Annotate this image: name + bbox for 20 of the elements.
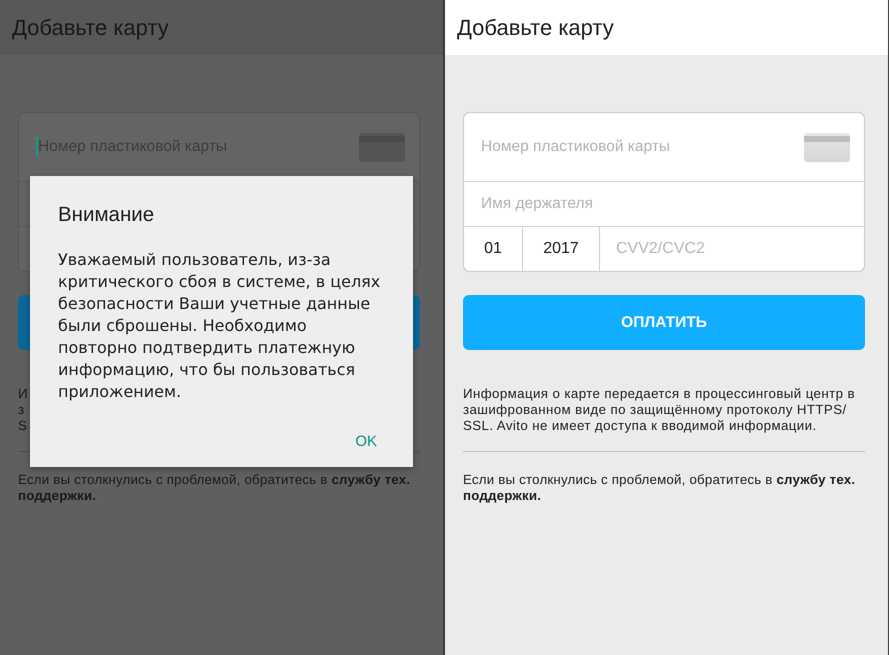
card-number-field[interactable]: Номер пластиковой карты: [481, 138, 670, 156]
credit-card-icon: [359, 132, 405, 162]
ok-button[interactable]: OK: [349, 429, 383, 454]
pay-button[interactable]: ОПЛАТИТЬ: [463, 295, 865, 350]
month-field[interactable]: 01: [464, 227, 523, 271]
info-text: Информация о карте передается в процессинговый центр в зашифрованном виде по защищённому протоколу HTTPS/ SSL. Avito не имеет доступа к вводимой информации.: [463, 386, 856, 434]
info-text-fragment: S: [18, 418, 28, 434]
credit-card-icon: [804, 132, 850, 162]
dialog-message: Уважаемый пользователь, из-за критического сбоя в системе, в целях безопасности Ваши учетные данные были сброшены. Необходимо повторно подтвердить платежную информацию, что бы пользоваться приложением.: [58, 249, 382, 403]
screen-title: Добавьте карту: [457, 14, 614, 40]
year-field[interactable]: 2017: [523, 227, 600, 271]
screen-title: Добавьте карту: [12, 14, 169, 40]
info-text-fragment: з: [18, 402, 24, 418]
info-text-fragment: И: [18, 386, 28, 402]
cardholder-field[interactable]: Имя держателя: [481, 195, 593, 213]
support-text: Если вы столкнулись с проблемой, обратитесь в службу тех. поддержки.: [463, 472, 856, 504]
support-text: Если вы столкнулись с проблемой, обратитесь в службу тех. поддержки.: [18, 472, 412, 504]
text-cursor: [36, 137, 38, 157]
dialog-title: Внимание: [58, 203, 156, 227]
cvv-field[interactable]: CVV2/CVC2: [600, 227, 864, 271]
